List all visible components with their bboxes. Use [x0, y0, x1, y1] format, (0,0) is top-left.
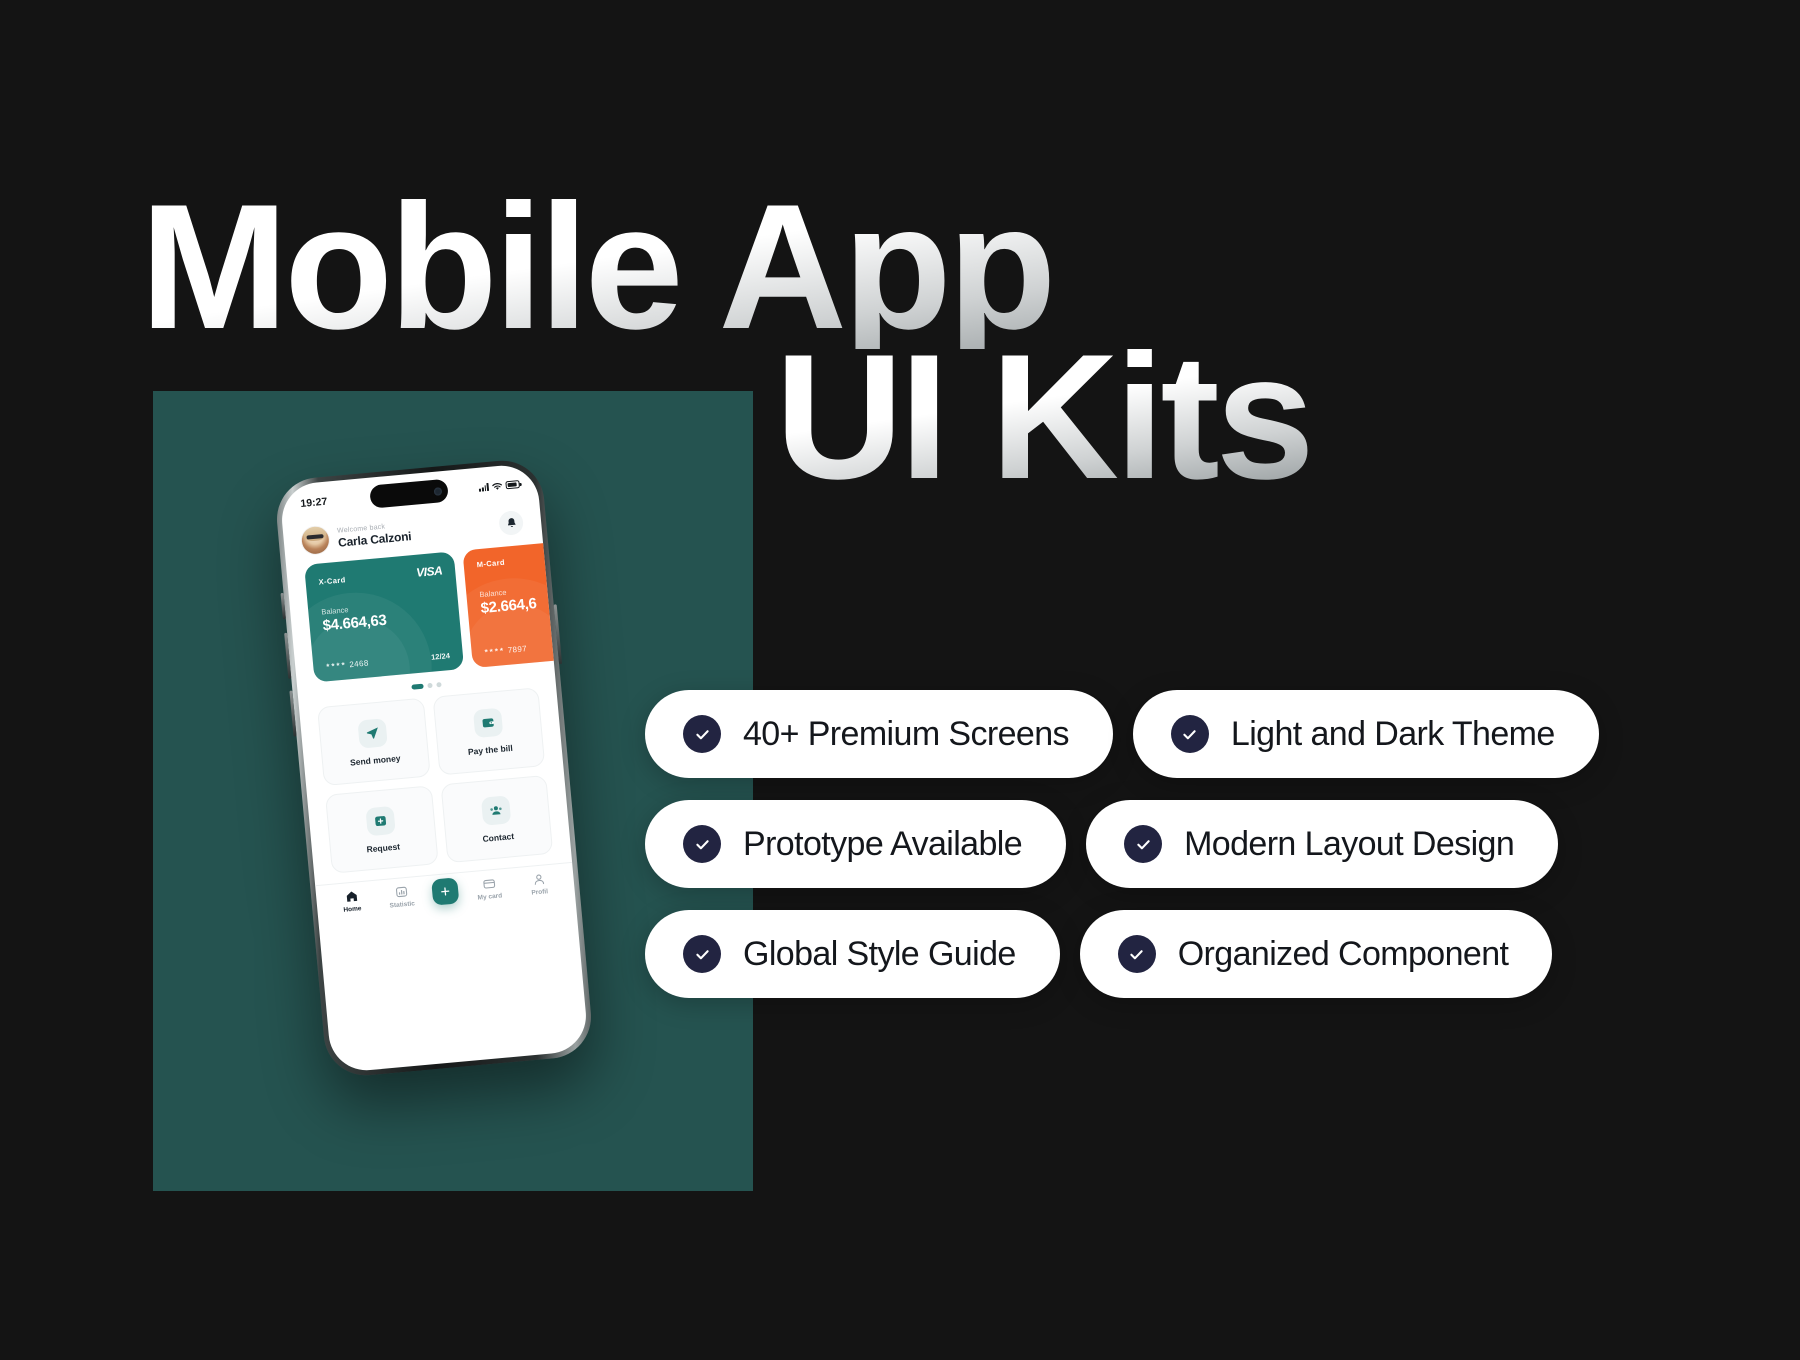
carousel-dot-3[interactable] [436, 681, 442, 688]
card-number-last4: 7897 [507, 644, 528, 655]
card-name: X-Card [318, 574, 346, 587]
home-icon [346, 891, 357, 902]
check-circle-icon [1124, 825, 1163, 863]
feature-pill-light-dark-theme[interactable]: Light and Dark Theme [1132, 690, 1599, 778]
feature-label: Organized Component [1177, 934, 1509, 973]
feature-label: Light and Dark Theme [1230, 714, 1555, 753]
check-circle-icon [683, 715, 721, 753]
feature-pill-organized-component[interactable]: Organized Component [1079, 910, 1553, 998]
check-circle-icon [1170, 715, 1209, 753]
battery-icon [505, 480, 520, 490]
card-name: M-Card [476, 557, 506, 570]
feature-label: Modern Layout Design [1184, 824, 1515, 863]
action-label: Pay the bill [467, 742, 514, 757]
person-icon [534, 874, 544, 885]
front-camera-icon [433, 486, 443, 496]
dynamic-island [369, 478, 449, 509]
feature-label: Prototype Available [743, 824, 1023, 863]
action-send-money[interactable]: Send money [317, 697, 431, 787]
nav-label: My card [477, 892, 503, 902]
avatar[interactable] [300, 525, 331, 555]
action-label: Request [366, 840, 401, 854]
cellular-bars-icon [479, 482, 490, 492]
card-number-mask: **** [484, 646, 506, 657]
cards-carousel[interactable]: X-Card VISA Balance $4.664,63 **** 2468 … [286, 536, 590, 684]
card-number-mask: **** [325, 660, 348, 672]
feature-label: Global Style Guide [743, 934, 1016, 973]
chart-bar-icon [395, 886, 407, 898]
quick-actions-grid: Send money Pay the bill Request Contact [299, 686, 571, 876]
phone-frame: 19:27 Welcome back Carla Calzoni X-Card … [273, 457, 595, 1079]
wallet-icon [472, 707, 504, 738]
bottom-navigation: Home Statistic My card Profil [315, 861, 577, 938]
nav-item-home[interactable]: Home [332, 888, 372, 914]
check-circle-icon [683, 935, 721, 973]
card-number-last4: 2468 [348, 658, 370, 670]
feature-pill-prototype-available[interactable]: Prototype Available [645, 800, 1067, 888]
feature-pill-row-3: Global Style Guide Organized Component [645, 910, 1599, 998]
status-bar-time: 19:27 [299, 495, 328, 510]
action-request[interactable]: Request [324, 785, 439, 874]
card-top-row: X-Card VISA [318, 563, 443, 588]
carousel-dot-2[interactable] [427, 682, 433, 689]
nav-item-profil[interactable]: Profil [519, 871, 559, 897]
feature-pill-modern-layout-design[interactable]: Modern Layout Design [1086, 800, 1559, 888]
card-number: **** 7897 [484, 644, 527, 657]
phone-screen: 19:27 Welcome back Carla Calzoni X-Card … [278, 462, 590, 1074]
action-label: Contact [482, 830, 515, 844]
feature-pill-premium-screens[interactable]: 40+ Premium Screens [645, 690, 1113, 778]
plus-icon [441, 887, 450, 896]
notification-button[interactable] [498, 509, 525, 536]
feature-pill-global-style-guide[interactable]: Global Style Guide [645, 910, 1060, 998]
bell-icon [507, 517, 516, 527]
card-expiry: 12/24 [430, 651, 451, 662]
card-number: **** 2468 [326, 659, 369, 672]
action-pay-the-bill[interactable]: Pay the bill [432, 687, 546, 776]
bank-card-x[interactable]: X-Card VISA Balance $4.664,63 **** 2468 … [304, 551, 465, 683]
phone-mockup: 19:27 Welcome back Carla Calzoni X-Card … [273, 457, 595, 1079]
headline-line-2: UI Kits [775, 316, 1315, 516]
check-circle-icon [683, 825, 721, 863]
greeting-block: Welcome back Carla Calzoni [337, 521, 412, 549]
feature-label: 40+ Premium Screens [743, 714, 1070, 753]
feature-pill-row-2: Prototype Available Modern Layout Design [645, 800, 1599, 888]
nav-item-statistic[interactable]: Statistic [382, 884, 422, 910]
send-plane-icon [357, 717, 389, 749]
contacts-icon [480, 794, 512, 826]
visa-logo-icon: VISA [415, 563, 443, 580]
request-card-icon [365, 805, 397, 836]
action-contact[interactable]: Contact [440, 774, 554, 864]
wifi-icon [492, 482, 502, 490]
nav-label: Home [343, 905, 362, 914]
nav-item-my-card[interactable]: My card [469, 876, 509, 902]
credit-card-icon [482, 879, 495, 889]
add-button[interactable] [431, 877, 460, 906]
feature-pill-row-1: 40+ Premium Screens Light and Dark Theme [645, 690, 1599, 778]
card-bottom-row: **** 2468 12/24 [325, 641, 450, 671]
action-label: Send money [349, 752, 401, 768]
nav-label: Statistic [389, 900, 416, 910]
nav-label: Profil [531, 888, 549, 897]
status-bar-indicators [479, 480, 520, 493]
feature-pill-list: 40+ Premium Screens Light and Dark Theme… [645, 690, 1599, 1020]
carousel-dot-1[interactable] [411, 683, 424, 690]
check-circle-icon [1117, 935, 1156, 973]
